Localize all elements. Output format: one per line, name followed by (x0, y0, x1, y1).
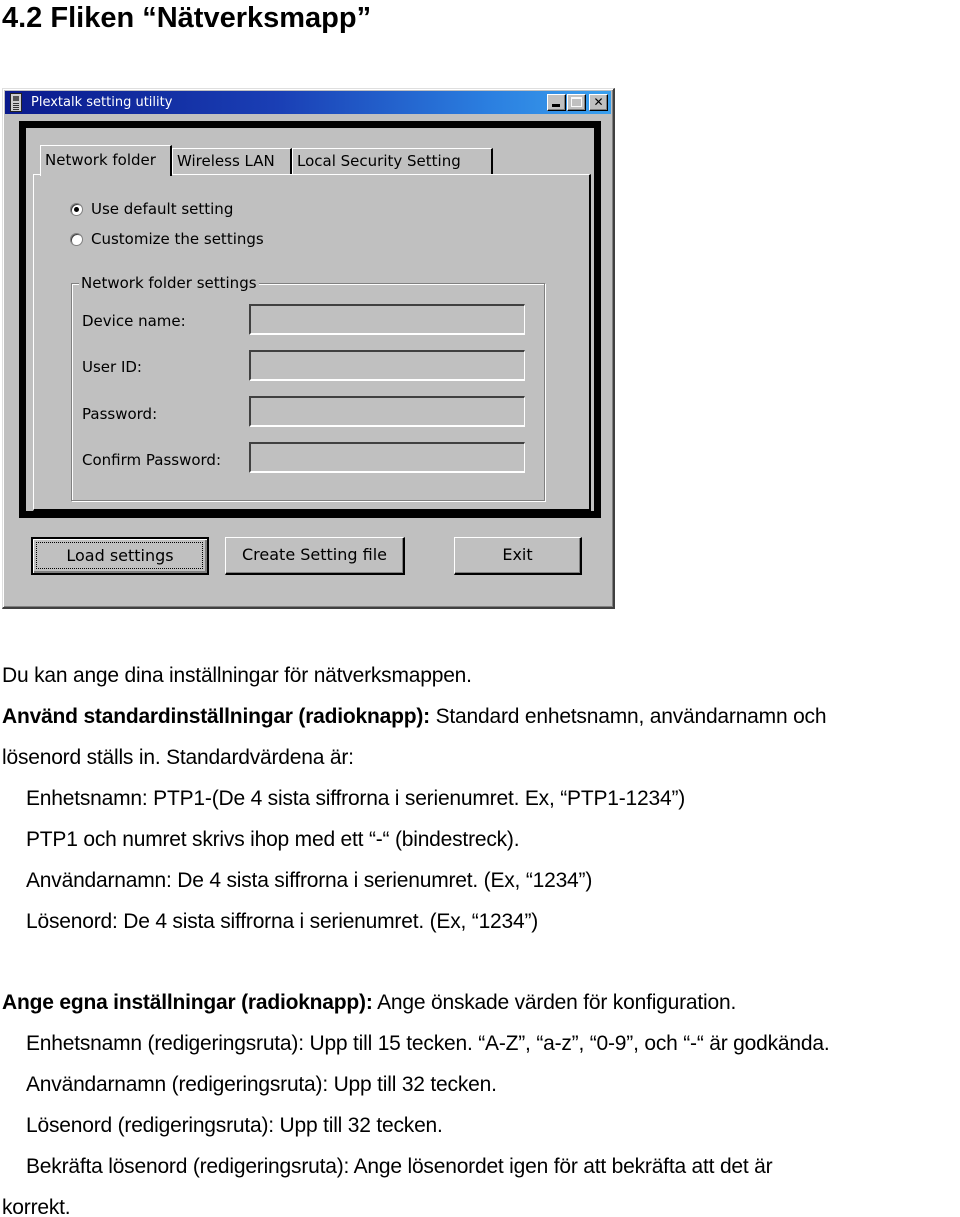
confirm-password-input[interactable] (249, 442, 525, 473)
create-setting-file-button[interactable]: Create Setting file (225, 537, 405, 575)
tab-local-security-setting[interactable]: Local Security Setting (292, 148, 493, 175)
password-input[interactable] (249, 396, 525, 427)
maximize-button[interactable] (567, 94, 586, 111)
radio-label: Customize the settings (91, 230, 264, 248)
window-title: Plextalk setting utility (31, 95, 173, 110)
custom-item: Användarnamn (redigeringsruta): Upp till… (26, 1073, 497, 1096)
default-section-heading: Använd standardinställningar (radioknapp… (2, 705, 430, 728)
tab-frame: Network folder Wireless LAN Local Securi… (19, 121, 601, 518)
minimize-icon (552, 104, 560, 107)
custom-item-continuation: korrekt. (2, 1196, 71, 1217)
focus-ring (36, 542, 203, 569)
close-icon: ✕ (593, 95, 604, 109)
app-window: Plextalk setting utility ✕ Network folde… (2, 88, 615, 609)
tab-network-folder[interactable]: Network folder (40, 145, 172, 176)
custom-item: Enhetsnamn (redigeringsruta): Upp till 1… (26, 1032, 830, 1055)
radio-checked-icon[interactable] (70, 202, 83, 216)
section-heading: 4.2 Fliken “Nätverksmapp” (2, 2, 372, 34)
groupbox-title: Network folder settings (79, 273, 259, 293)
network-folder-settings-group: Network folder settings Device name: Use… (71, 273, 545, 501)
app-icon (10, 93, 22, 112)
confirm-password-label: Confirm Password: (82, 451, 222, 469)
close-button[interactable]: ✕ (589, 94, 608, 111)
network-folder-panel: Use default setting Customize the settin… (33, 174, 591, 511)
radio-unchecked-icon[interactable] (70, 232, 83, 246)
intro-text: Du kan ange dina inställningar för nätve… (2, 664, 472, 687)
radio-customize[interactable]: Customize the settings (70, 230, 264, 248)
default-section-text: Standard enhetsnamn, användarnamn och (429, 705, 827, 728)
default-item: PTP1 och numret skrivs ihop med ett “-“ … (26, 828, 520, 851)
radio-label: Use default setting (91, 200, 234, 218)
custom-section-line: Ange egna inställningar (radioknapp): An… (2, 990, 736, 1016)
default-section-line2: lösenord ställs in. Standardvärdena är: (2, 746, 354, 769)
custom-section-text: Ange önskade värden för konfiguration. (372, 991, 737, 1014)
radio-use-default[interactable]: Use default setting (70, 200, 233, 218)
device-name-label: Device name: (82, 312, 186, 330)
custom-item: Bekräfta lösenord (redigeringsruta): Ang… (26, 1155, 773, 1178)
device-name-input[interactable] (249, 304, 525, 335)
custom-item: Lösenord (redigeringsruta): Upp till 32 … (26, 1114, 443, 1137)
maximize-icon (571, 97, 582, 107)
password-label: Password: (82, 405, 158, 423)
default-item: Användarnamn: De 4 sista siffrorna i ser… (26, 869, 593, 892)
default-item: Lösenord: De 4 sista siffrorna i serienu… (26, 910, 539, 933)
user-id-input[interactable] (249, 350, 525, 381)
load-settings-button[interactable]: Load settings (31, 537, 209, 575)
title-bar[interactable]: Plextalk setting utility ✕ (5, 91, 611, 114)
default-item: Enhetsnamn: PTP1-(De 4 sista siffrorna i… (26, 787, 686, 810)
custom-section-heading: Ange egna inställningar (radioknapp): (2, 991, 373, 1014)
tab-wireless-lan[interactable]: Wireless LAN (172, 148, 292, 175)
minimize-button[interactable] (547, 94, 566, 111)
exit-button[interactable]: Exit (454, 537, 582, 575)
default-section-line1: Använd standardinställningar (radioknapp… (2, 704, 827, 730)
user-id-label: User ID: (82, 358, 142, 376)
